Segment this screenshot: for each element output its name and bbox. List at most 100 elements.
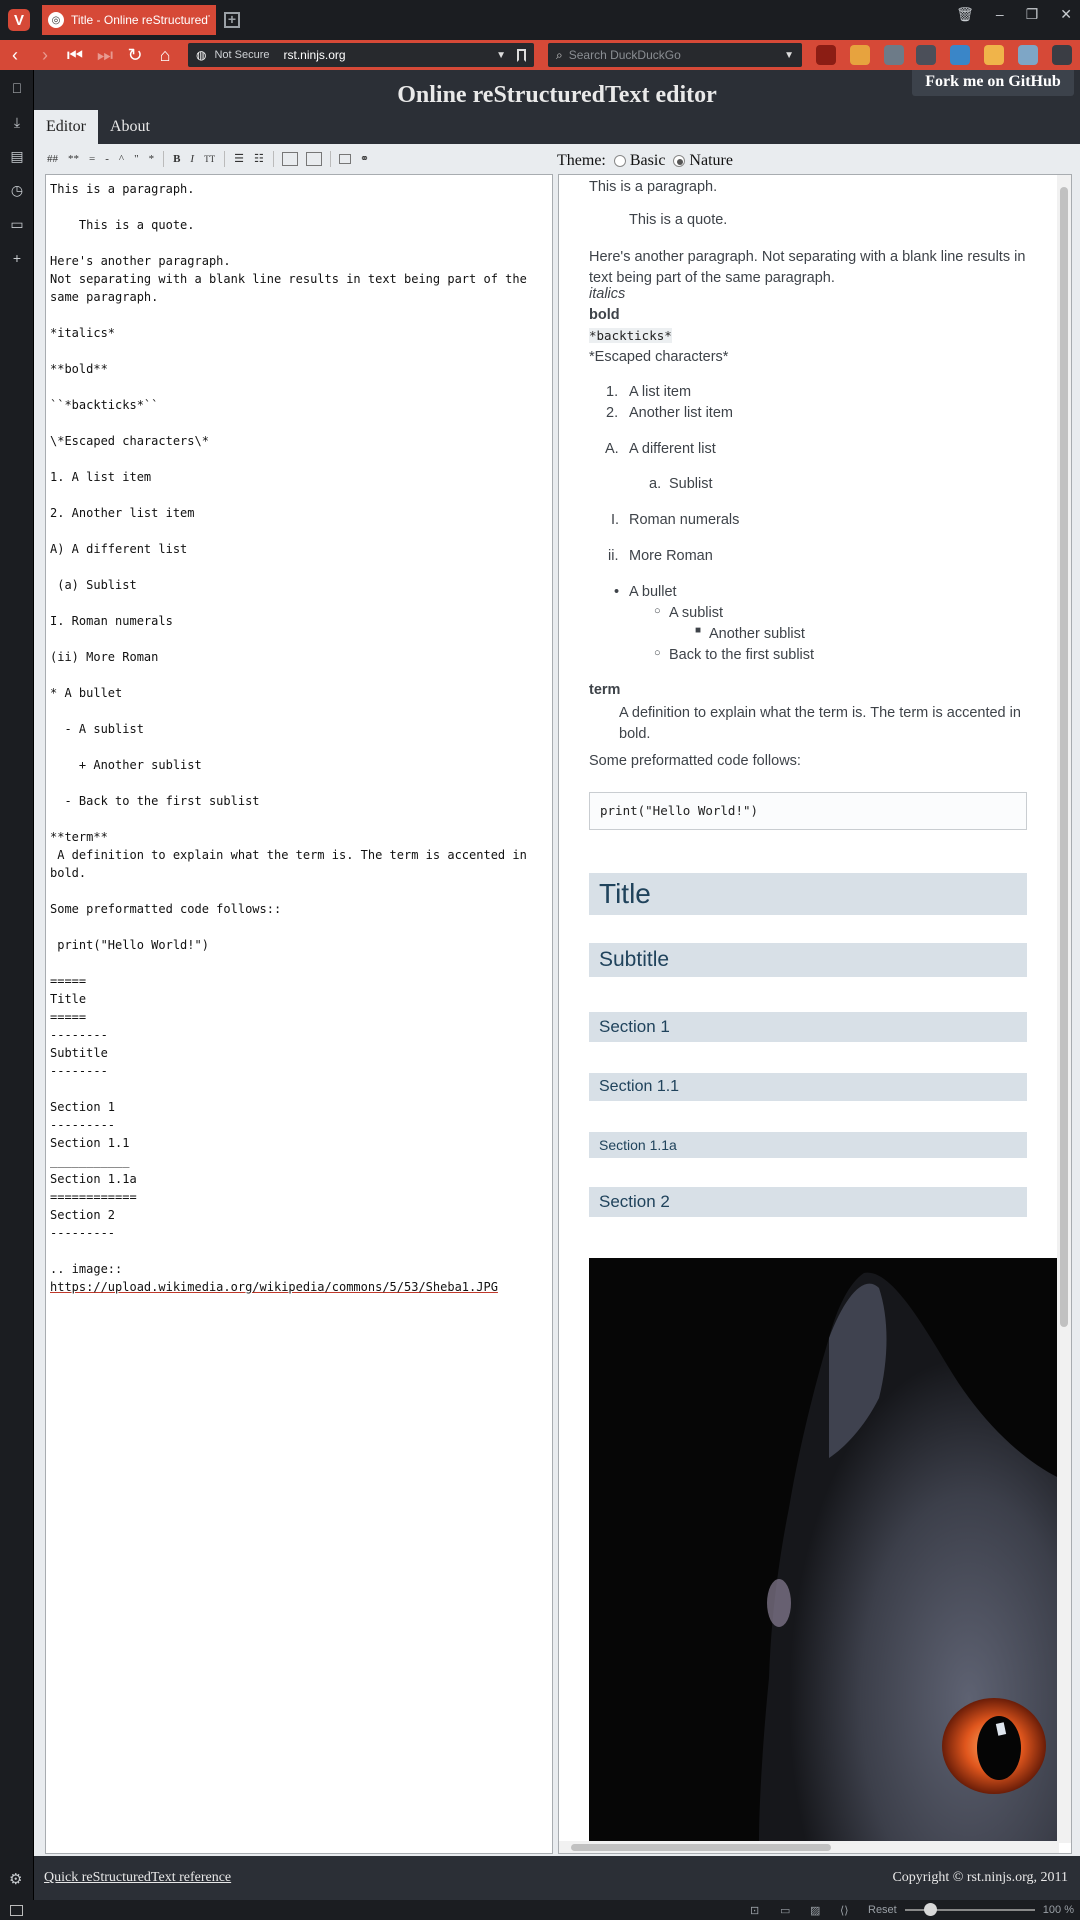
editor-line: ============ [50,1190,137,1204]
minimize-icon[interactable]: – [996,6,1004,23]
toolbar-h3-button[interactable]: = [84,150,100,168]
history-panel-icon[interactable]: ◷ [9,182,25,198]
forward-icon[interactable]: › [30,45,60,66]
page-actions-icon[interactable]: ⟨⟩ [840,1904,849,1917]
editor-line: Title [50,992,87,1006]
security-globe-icon[interactable]: ◍ [196,48,206,62]
fast-forward-icon[interactable]: ⏭ [90,45,120,66]
toolbar-h7-button[interactable]: * [144,150,160,168]
editor-line: 1. A list item [50,470,152,484]
toolbar-link-icon[interactable]: ⚭ [355,150,374,168]
capture-icon[interactable]: ⊡ [750,1904,759,1917]
toolbar-h1-button[interactable]: ## [42,150,63,168]
theme-label: Theme: [557,152,606,169]
side-panel: ⎕ ⤓ ▤ ◷ ▭ + ⚙ [0,70,34,1900]
toolbar-code-icon[interactable] [305,152,322,166]
toolbar-italic-button[interactable]: I [185,150,199,168]
search-engine-dropdown-icon[interactable]: ▼ [784,50,794,61]
extension-2-icon[interactable] [850,45,870,65]
editor-line: ===== [50,1010,87,1024]
cat-photo [759,1272,1059,1842]
bookmarks-panel-icon[interactable]: ⎕ [9,80,25,96]
window-panel-icon[interactable]: ▭ [9,216,25,232]
weather-extension-icon[interactable] [984,45,1004,65]
tiling-icon[interactable]: ▭ [780,1904,790,1917]
toolbar-numbered-list-icon[interactable]: ☰ [229,150,249,168]
editor-line: **bold** [50,362,108,376]
home-icon[interactable]: ⌂ [150,45,180,66]
preview-italics: italics [589,286,626,302]
downloads-panel-icon[interactable]: ⤓ [9,114,25,130]
list-item: A list item [629,384,692,400]
notes-panel-icon[interactable]: ▤ [9,148,25,164]
preview-vertical-scrollbar[interactable] [1057,175,1071,1843]
theme-basic-label[interactable]: Basic [630,152,666,170]
editor-content[interactable]: This is a paragraph. This is a quote. Her… [50,180,527,1296]
theme-nature-radio[interactable] [673,155,686,167]
back-icon[interactable]: ‹ [0,45,30,66]
toolbar-divider [163,151,165,167]
extension-8-icon[interactable] [1052,45,1072,65]
toolbar-h4-button[interactable]: - [100,150,114,168]
zoom-slider-knob[interactable] [924,1903,937,1916]
toolbar-h5-button[interactable]: ^ [114,150,129,168]
vivaldi-menu-icon[interactable]: V [8,9,30,31]
search-field[interactable]: ⌕ Search DuckDuckGo ▼ [548,43,802,67]
settings-gear-icon[interactable]: ⚙ [9,1870,22,1888]
bookmark-icon[interactable] [517,48,526,62]
add-web-panel-icon[interactable]: + [9,250,25,266]
reload-icon[interactable]: ↻ [120,45,150,66]
zoom-reset-button[interactable]: Reset [868,1904,897,1916]
toolbar-image-icon[interactable] [338,154,351,164]
extension-7-icon[interactable] [1018,45,1038,65]
preview-horizontal-scrollbar[interactable] [559,1841,1059,1853]
toolbar-h2-button[interactable]: ** [63,150,84,168]
list-marker: ii. [608,548,619,564]
theme-nature-label[interactable]: Nature [689,152,733,170]
rewind-icon[interactable]: ⏮ [60,45,90,66]
tab-active[interactable]: ◎ Title - Online reStructuredT [42,5,216,35]
fork-github-button[interactable]: Fork me on GitHub [912,70,1074,96]
list-item: A different list [629,441,716,457]
extension-3-icon[interactable] [884,45,904,65]
rst-reference-link[interactable]: Quick reStructuredText reference [44,1870,231,1886]
editor-line: * A bullet [50,686,123,700]
url-dropdown-icon[interactable]: ▼ [496,50,506,61]
panel-toggle-icon[interactable] [10,1904,23,1916]
close-window-icon[interactable]: ✕ [1060,6,1072,23]
toolbar-bold-button[interactable]: B [168,150,185,168]
new-tab-icon[interactable]: + [224,12,240,28]
tab-about[interactable]: About [98,110,162,144]
maximize-icon[interactable]: ❐ [1026,6,1039,23]
extension-4-icon[interactable] [916,45,936,65]
preview-scroll-thumb[interactable] [1060,187,1068,1327]
theme-basic-radio[interactable] [613,155,626,167]
status-bar: ⊡ ▭ ▨ ⟨⟩ Reset 100 % [0,1900,1080,1920]
toolbar-bullet-list-icon[interactable]: ☷ [249,150,269,168]
list-marker: 1. [606,384,619,400]
search-placeholder: Search DuckDuckGo [568,48,681,62]
list-item: Back to the first sublist [669,647,815,663]
url-field[interactable]: ◍ Not Secure rst.ninjs.org ▼ [188,43,534,67]
images-icon[interactable]: ▨ [810,1904,820,1917]
toolbar-monospace-button[interactable]: TT [199,150,220,168]
toolbar-divider [224,151,226,167]
ublock-extension-icon[interactable] [816,45,836,65]
preview-hscroll-thumb[interactable] [571,1844,831,1851]
tab-editor[interactable]: Editor [34,110,98,144]
list-item: Roman numerals [629,512,740,528]
list-item: A bullet [629,584,677,600]
security-status: Not Secure [214,49,270,61]
editor-line: A) A different list [50,542,188,556]
code-intro: Some preformatted code follows: [589,753,801,769]
toolbar-h6-button[interactable]: " [129,150,144,168]
extension-5-icon[interactable] [950,45,970,65]
embedded-cat-image [589,1258,1059,1842]
toolbar-edit-icon[interactable] [281,152,298,166]
toolbar-divider [272,151,274,167]
rst-editor-textarea[interactable]: This is a paragraph. This is a quote. Her… [45,174,553,1854]
trash-icon[interactable]: 🗑 [956,6,974,23]
